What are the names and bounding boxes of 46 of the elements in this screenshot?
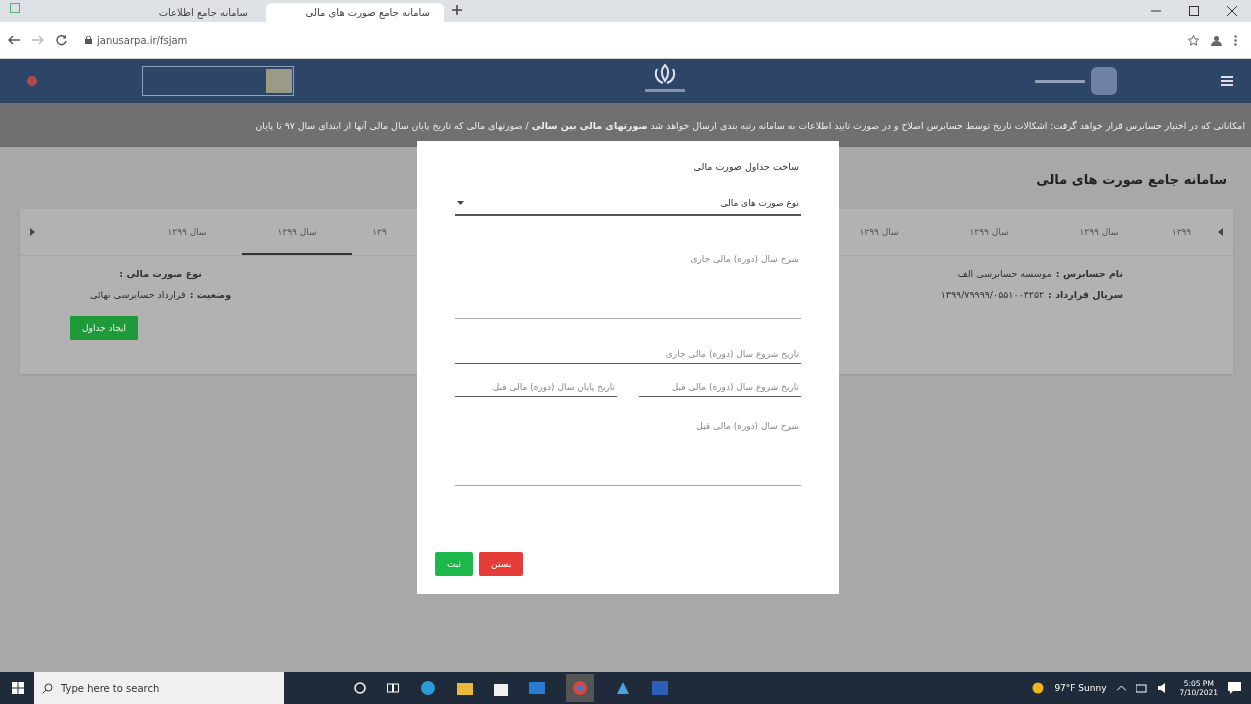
info-label: نام حسابرس : [1055, 268, 1123, 279]
field-label: شرح سال (دوره) مالی قبل [695, 421, 799, 431]
scroll-right-icon[interactable] [1217, 228, 1225, 236]
info-label: سریال قرارداد : [1048, 289, 1123, 300]
year-tab[interactable]: سال ۱۳۹۹ [1044, 209, 1154, 255]
cortana-icon[interactable] [354, 682, 366, 694]
year-tab[interactable]: سال ۱۳۹۹ [132, 209, 242, 255]
taskbar-search-field[interactable]: Type here to search [34, 672, 284, 704]
star-icon[interactable] [1188, 34, 1199, 46]
browser-tab[interactable]: سامانه جامع صورت های مالی [266, 3, 444, 22]
info-value: موسسه حسابرسی الف [957, 268, 1052, 279]
notification-icon[interactable] [1228, 682, 1241, 694]
weather-icon [1032, 682, 1045, 694]
scroll-left-icon[interactable] [28, 228, 36, 236]
folder-icon[interactable] [457, 681, 473, 695]
info-value: قرارداد حسابرسی نهائی [90, 289, 186, 300]
maximize-icon[interactable] [1189, 6, 1199, 16]
windows-icon[interactable] [12, 682, 24, 694]
modal-title: ساخت جداول صورت مالی [692, 161, 800, 172]
close-icon[interactable] [1227, 6, 1237, 16]
info-value: ۱۳۹۹/۷۹۹۹۹/۰۵۵۱۰۰۴۲۵۲ [940, 289, 1045, 300]
type-select[interactable]: نوع صورت های مالی [455, 192, 801, 216]
caret-icon [457, 201, 464, 205]
more-icon[interactable] [1234, 34, 1237, 46]
back-icon[interactable] [8, 35, 20, 45]
reload-icon[interactable] [56, 34, 67, 46]
search-icon [42, 682, 53, 694]
task-view-icon[interactable] [387, 682, 399, 694]
info-label: وضعیت : [189, 289, 232, 300]
info-label: نوع صورت مالی : [119, 268, 202, 279]
year-tab[interactable]: ۱۳۹ [352, 209, 407, 255]
year-tab[interactable]: ۱۳۹۹ [1154, 209, 1209, 255]
weather-text: 97°F Sunny [1054, 683, 1107, 693]
app-icon[interactable] [615, 680, 631, 696]
profile-icon[interactable] [1211, 34, 1222, 46]
menu-icon[interactable] [1221, 76, 1233, 86]
page-title: سامانه جامع صورت های مالی [1035, 172, 1227, 187]
create-tables-button[interactable]: ایجاد جداول [70, 316, 139, 340]
year-tab[interactable]: سال ۱۳۹۹ [242, 209, 352, 255]
notice-text: امکاناتی که در اختیار حسابرس قرار خواهد گرفت: اشکالات تاریخ توسط حسابرس اصلاح و در صورت تایید اطلاعات به سامانه رتبه بندی ارسال خواهد شد صورتهای مالی بین سالی / صورتهای مالی که تاریخ پایان سال مالی آنها از ابتدای سال ۹۷ تا پایان [0, 103, 1251, 147]
submit-button[interactable]: ثبت [435, 552, 474, 576]
browser-tab[interactable]: سامانه جامع اطلاعات [84, 3, 262, 22]
field-label: شرح سال (دوره) مالی جاری [689, 254, 799, 264]
year-tab[interactable]: سال ۱۳۹۹ [934, 209, 1044, 255]
close-button[interactable]: بستن [479, 552, 524, 576]
window-icon [10, 3, 20, 13]
